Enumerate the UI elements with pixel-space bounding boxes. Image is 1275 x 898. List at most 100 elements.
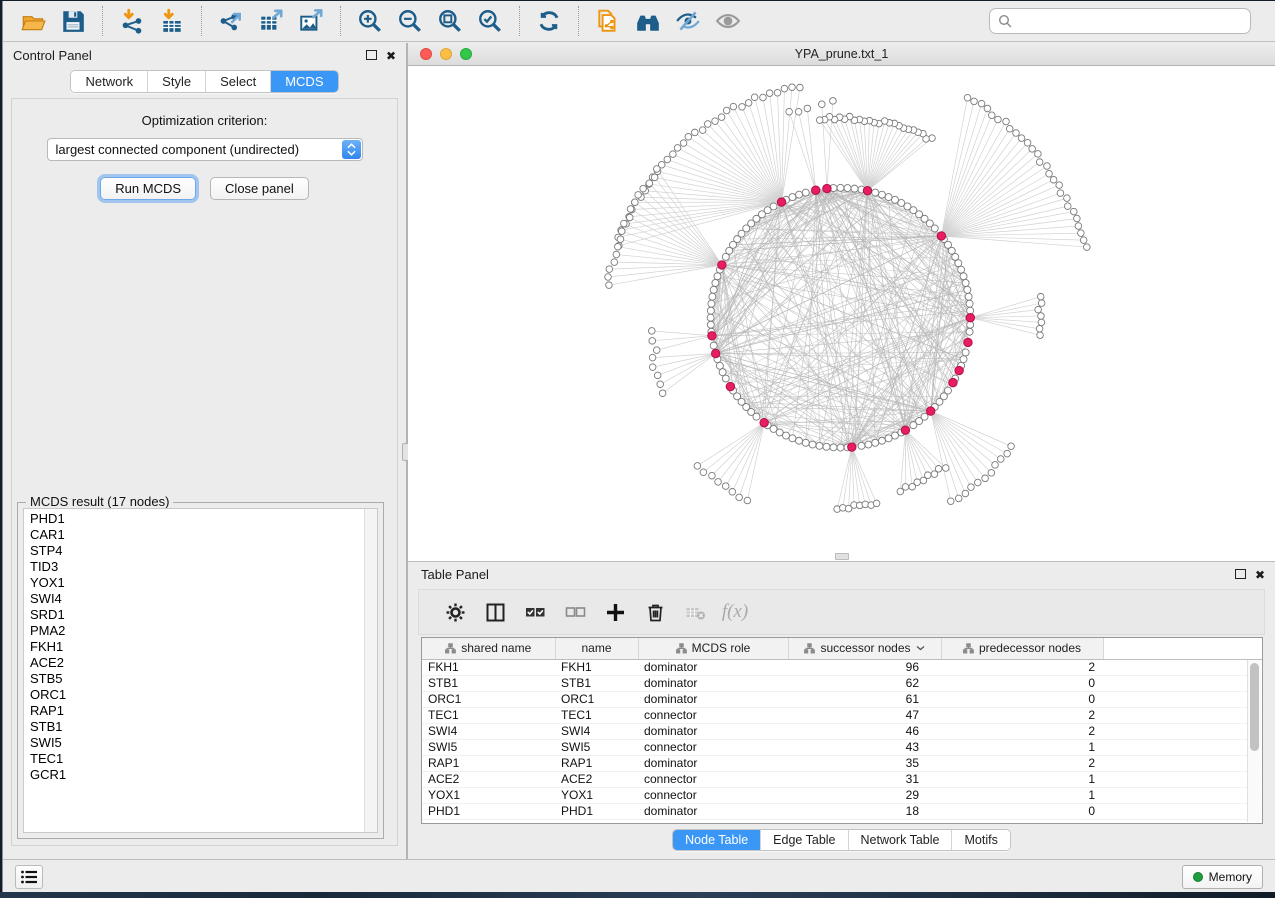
tab-node-table[interactable]: Node Table (673, 830, 760, 850)
tab-motifs[interactable]: Motifs (951, 830, 1009, 850)
table-row[interactable]: TEC1TEC1connector472 (422, 707, 1262, 723)
table-row[interactable]: SWI4SWI4dominator462 (422, 723, 1262, 739)
table-row[interactable]: FKH1FKH1dominator962 (422, 659, 1262, 675)
control-panel-float-button[interactable] (366, 50, 377, 62)
memory-label: Memory (1209, 870, 1252, 884)
open-button[interactable] (13, 4, 53, 38)
tab-mcds[interactable]: MCDS (270, 71, 337, 92)
delete-table-button[interactable] (677, 594, 713, 630)
run-mcds-button[interactable]: Run MCDS (100, 177, 196, 200)
network-table-splitter-grip[interactable] (835, 553, 849, 560)
function-button[interactable]: f(x) (717, 594, 753, 630)
toolbar-separator (519, 6, 520, 36)
mcds-result-item[interactable]: ORC1 (30, 687, 377, 703)
cell-filler (1103, 771, 1262, 787)
column-header-successor-nodes[interactable]: successor nodes (788, 638, 941, 659)
table-row[interactable]: SWI5SWI5connector431 (422, 739, 1262, 755)
task-history-button[interactable] (15, 865, 43, 889)
refresh-button[interactable] (529, 4, 569, 38)
zoom-selected-button[interactable] (470, 4, 510, 38)
node-table[interactable]: shared namenameMCDS rolesuccessor nodesp… (422, 638, 1262, 820)
table-panel-close-button[interactable]: ✖ (1255, 569, 1265, 581)
mcds-result-item[interactable]: PMA2 (30, 623, 377, 639)
zoom-selected-icon (477, 8, 503, 34)
mcds-result-item[interactable]: GCR1 (30, 767, 377, 783)
cell-name: TEC1 (555, 707, 638, 723)
search-box[interactable] (989, 8, 1251, 34)
table-scrollbar[interactable] (1247, 660, 1261, 822)
mcds-result-item[interactable]: TEC1 (30, 751, 377, 767)
mcds-result-item[interactable]: SWI5 (30, 735, 377, 751)
new-network-from-selection-button[interactable] (588, 4, 628, 38)
export-network-button[interactable] (211, 4, 251, 38)
mcds-result-item[interactable]: TID3 (30, 559, 377, 575)
mcds-result-list[interactable]: PHD1CAR1STP4TID3YOX1SWI4SRD1PMA2FKH1ACE2… (23, 508, 378, 833)
optimization-criterion-label: Optimization criterion: (12, 113, 397, 128)
network-graph[interactable] (408, 66, 1275, 560)
tab-edge-table[interactable]: Edge Table (760, 830, 847, 850)
table-row[interactable]: ACE2ACE2connector311 (422, 771, 1262, 787)
first-neighbors-button[interactable] (628, 4, 668, 38)
import-network-button[interactable] (112, 4, 152, 38)
cell-shared-name: PHD1 (422, 803, 555, 819)
column-header-shared-name[interactable]: shared name (422, 638, 555, 659)
save-button[interactable] (53, 4, 93, 38)
memory-button[interactable]: Memory (1182, 865, 1263, 889)
table-row[interactable]: ORC1ORC1dominator610 (422, 691, 1262, 707)
mcds-result-item[interactable]: SRD1 (30, 607, 377, 623)
tab-style[interactable]: Style (147, 71, 205, 92)
import-table-button[interactable] (152, 4, 192, 38)
table-row[interactable]: YOX1YOX1connector291 (422, 787, 1262, 803)
search-input[interactable] (1018, 14, 1242, 28)
tab-network-table[interactable]: Network Table (848, 830, 952, 850)
close-panel-button[interactable]: Close panel (210, 177, 309, 200)
zoom-out-button[interactable] (390, 4, 430, 38)
table-panel-float-button[interactable] (1235, 569, 1246, 581)
cell-filler (1103, 691, 1262, 707)
mcds-list-scrollbar[interactable] (364, 509, 377, 832)
hide-selected-button[interactable] (668, 4, 708, 38)
mcds-result-item[interactable]: STB5 (30, 671, 377, 687)
mcds-result-item[interactable]: STP4 (30, 543, 377, 559)
zoom-fit-button[interactable] (430, 4, 470, 38)
delete-column-button[interactable] (637, 594, 673, 630)
cell-name: SWI5 (555, 739, 638, 755)
task-list-icon (20, 869, 38, 885)
network-canvas[interactable] (408, 66, 1275, 561)
mcds-result-item[interactable]: ACE2 (30, 655, 377, 671)
table-panel-title: Table Panel (421, 567, 489, 582)
zoom-in-button[interactable] (350, 4, 390, 38)
tab-select[interactable]: Select (205, 71, 270, 92)
delete-table-icon (685, 602, 706, 623)
mcds-result-item[interactable]: YOX1 (30, 575, 377, 591)
table-scrollbar-thumb[interactable] (1250, 663, 1259, 751)
mcds-result-item[interactable]: CAR1 (30, 527, 377, 543)
cell-mcds-role: connector (638, 707, 788, 723)
add-column-icon (605, 602, 626, 623)
mcds-result-item[interactable]: FKH1 (30, 639, 377, 655)
optimization-criterion-select[interactable]: largest connected component (undirected) (47, 138, 363, 161)
mcds-result-item[interactable]: STB1 (30, 719, 377, 735)
column-header-name[interactable]: name (555, 638, 638, 659)
add-column-button[interactable] (597, 594, 633, 630)
table-row[interactable]: RAP1RAP1dominator352 (422, 755, 1262, 771)
mcds-result-item[interactable]: PHD1 (30, 511, 377, 527)
column-header-predecessor-nodes[interactable]: predecessor nodes (941, 638, 1103, 659)
gear-button[interactable] (437, 594, 473, 630)
columns-button[interactable] (477, 594, 513, 630)
cell-shared-name: SWI4 (422, 723, 555, 739)
unselect-all-button[interactable] (557, 594, 593, 630)
mcds-result-item[interactable]: SWI4 (30, 591, 377, 607)
column-header-MCDS-role[interactable]: MCDS role (638, 638, 788, 659)
export-image-button[interactable] (291, 4, 331, 38)
select-all-button[interactable] (517, 594, 553, 630)
mcds-result-item[interactable]: RAP1 (30, 703, 377, 719)
tab-network[interactable]: Network (71, 71, 147, 92)
table-row[interactable]: PHD1PHD1dominator180 (422, 803, 1262, 819)
delete-column-icon (645, 602, 666, 623)
table-row[interactable]: STB1STB1dominator620 (422, 675, 1262, 691)
search-icon (998, 14, 1012, 28)
show-all-button[interactable] (708, 4, 748, 38)
export-table-button[interactable] (251, 4, 291, 38)
control-panel-close-button[interactable]: ✖ (386, 50, 396, 62)
